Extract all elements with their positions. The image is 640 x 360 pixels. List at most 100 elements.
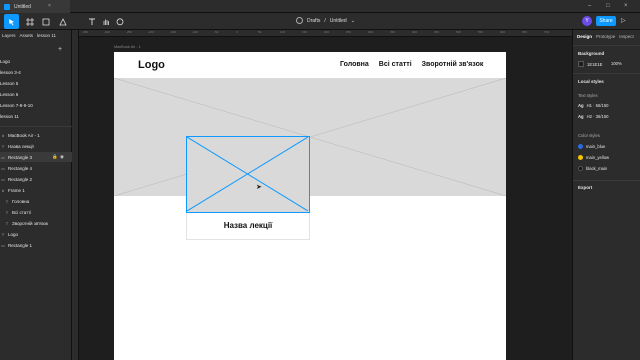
page-item[interactable]: lesson 11 (0, 112, 72, 121)
card-title[interactable]: Назва лекції (187, 221, 309, 230)
color-style-item[interactable]: black_main (578, 166, 607, 171)
pen-tool-icon[interactable] (55, 14, 70, 29)
ruler-tick-label: 550 (478, 30, 484, 34)
tab-prototype[interactable]: Prototype (596, 34, 615, 39)
panel-divider (573, 180, 640, 181)
hand-tool-icon[interactable] (98, 14, 113, 29)
text-layer-icon: T (5, 198, 9, 204)
page-item[interactable]: Logo (0, 57, 72, 66)
shape-tool-icon[interactable] (38, 14, 53, 29)
lock-icon[interactable]: 🔒 (52, 154, 58, 160)
color-style-label: black_main (586, 166, 608, 171)
background-section-title: Background (578, 51, 605, 56)
layer-row[interactable]: # Frame 1 (0, 185, 72, 195)
text-style-item[interactable]: Ag H2 · 36/150 (578, 114, 608, 119)
page-item[interactable]: lesson 3-4 (0, 68, 72, 77)
close-tab-icon[interactable]: × (48, 3, 51, 9)
site-logo[interactable]: Logo (138, 59, 165, 71)
layer-row[interactable]: T Головна (0, 196, 72, 206)
background-swatch[interactable] (578, 61, 584, 67)
text-style-sample: Ag (578, 103, 584, 108)
lecture-card[interactable]: Назва лекції (186, 136, 310, 240)
layer-row[interactable]: ▭ Rectangle 1 (0, 240, 72, 250)
comment-tool-icon[interactable] (112, 14, 127, 29)
ruler-tick-label: 50 (258, 30, 262, 34)
card-image-placeholder-selected[interactable] (186, 136, 310, 213)
frame-icon: # (1, 132, 5, 138)
color-styles-title: Color styles (578, 133, 600, 138)
frame-tool-icon[interactable] (22, 14, 37, 29)
tab-inspect[interactable]: Inspect (619, 34, 634, 39)
breadcrumb-separator: / (324, 17, 326, 24)
text-style-item[interactable]: Ag H1 · 56/150 (578, 103, 608, 108)
close-window-icon[interactable]: × (624, 3, 628, 9)
text-tool-icon[interactable] (84, 14, 99, 29)
share-button[interactable]: Share (596, 16, 616, 26)
color-style-item[interactable]: main_blue (578, 144, 605, 149)
ruler-tick-label: 450 (434, 30, 440, 34)
page-item[interactable]: Lesson 7-8-9-10 (0, 101, 72, 110)
file-tab[interactable]: Untitled × (0, 0, 70, 13)
text-layer-icon: T (1, 231, 5, 237)
color-style-label: main_blue (586, 144, 606, 149)
tab-layers[interactable]: Layers (2, 33, 16, 43)
frame-label[interactable]: MacBook Air - 1 (114, 45, 141, 49)
ruler-tick-label: 300 (368, 30, 374, 34)
color-style-label: main_yellow (586, 155, 610, 160)
breadcrumb-file-name[interactable]: Untitled (330, 18, 347, 24)
page-item[interactable]: Lesson 6 (0, 90, 72, 99)
layer-row[interactable]: T Всі статті (0, 207, 72, 217)
current-page-selector[interactable]: lesson 11 (37, 33, 56, 43)
hero-image-placeholder[interactable] (114, 78, 506, 196)
ruler-tick-label: -100 (192, 30, 199, 34)
avatar[interactable]: Y (582, 16, 592, 26)
breadcrumb: Drafts / Untitled ⌄ (296, 17, 355, 24)
text-style-label: H1 · 56/150 (586, 103, 609, 108)
export-section-title[interactable]: Export (578, 185, 592, 190)
toolbar: Drafts / Untitled ⌄ Y Share ▷ (0, 13, 640, 30)
canvas[interactable]: -350 -300 -250 -200 -150 -100 -50 0 50 100 150 200 2… (72, 30, 572, 360)
chevron-down-icon[interactable]: ⌄ (351, 18, 355, 24)
add-page-icon[interactable]: + (58, 46, 62, 53)
page-item[interactable]: Lesson 5 (0, 79, 72, 88)
move-tool-icon[interactable] (4, 14, 19, 29)
layer-label: Rectangle 4 (8, 165, 33, 171)
ruler-tick-label: 250 (346, 30, 352, 34)
layer-label: Rectangle 2 (8, 176, 33, 182)
eye-icon[interactable]: ◉ (60, 154, 64, 160)
nav-item-all-articles[interactable]: Всі статті (379, 61, 412, 68)
rectangle-icon: ▭ (1, 242, 5, 248)
layer-row-selected[interactable]: ▭ Rectangle 3 🔒 ◉ (0, 152, 72, 162)
color-style-item[interactable]: main_yellow (578, 155, 609, 160)
layer-row[interactable]: T Зворотній зв'язок (0, 218, 72, 228)
figma-icon (4, 3, 10, 10)
nav-item-feedback[interactable]: Зворотній зв'язок (422, 61, 484, 68)
ruler-tick-label: -250 (126, 30, 133, 34)
maximize-window-icon[interactable]: □ (606, 3, 610, 9)
ruler-tick-label: -350 (82, 30, 89, 34)
ruler-tick-label: -50 (214, 30, 219, 34)
layer-row[interactable]: T Logo (0, 229, 72, 239)
site-nav: Головна Всі статті Зворотній зв'язок (340, 61, 483, 68)
file-tab-title: Untitled (14, 3, 31, 10)
layer-row[interactable]: T Назва лекції (0, 141, 72, 151)
ruler-tick-label: 700 (544, 30, 550, 34)
layer-row[interactable]: # MacBook Air - 1 (0, 130, 72, 140)
ruler-tick-label: 200 (324, 30, 330, 34)
background-hex[interactable]: 1E1E1E (587, 62, 602, 67)
macbook-frame[interactable]: Logo Головна Всі статті Зворотній зв'язо… (114, 52, 506, 360)
background-opacity[interactable]: 100% (611, 61, 622, 66)
tab-design[interactable]: Design (577, 34, 592, 39)
color-swatch-yellow (578, 155, 583, 160)
minimize-window-icon[interactable]: – (588, 3, 591, 9)
ruler-tick-label: 100 (280, 30, 286, 34)
present-icon[interactable]: ▷ (621, 17, 626, 24)
ruler-tick-label: 650 (522, 30, 528, 34)
background-color-row[interactable]: 1E1E1E (578, 61, 602, 67)
tab-assets[interactable]: Assets (20, 33, 34, 43)
breadcrumb-folder[interactable]: Drafts (307, 18, 320, 24)
frame-icon: # (1, 187, 5, 193)
nav-item-home[interactable]: Головна (340, 61, 369, 68)
layer-row[interactable]: ▭ Rectangle 2 (0, 174, 72, 184)
layer-row[interactable]: ▭ Rectangle 4 (0, 163, 72, 173)
